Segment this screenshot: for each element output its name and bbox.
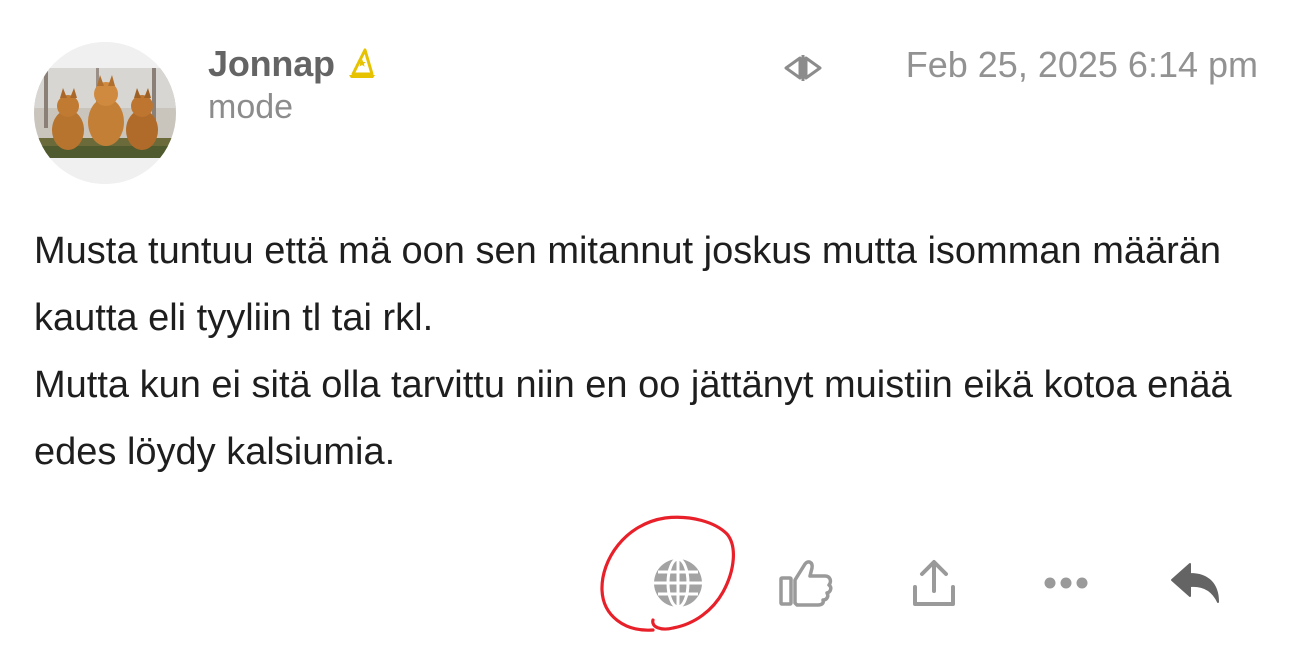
avatar[interactable] [34, 42, 176, 184]
translate-post-button[interactable] [643, 548, 713, 618]
like-button[interactable] [771, 548, 841, 618]
author-title: mode [208, 88, 294, 126]
reply-icon [1171, 563, 1219, 603]
reply-button[interactable] [1161, 548, 1231, 618]
wizard-hat-icon [345, 47, 379, 81]
post-date[interactable]: Feb 25, 2025 6:14 pm [906, 44, 1258, 86]
forum-post: Jonnap mode Feb 25, 2025 6:14 pm Musta t… [0, 0, 1290, 645]
thumbs-up-icon [779, 560, 833, 607]
more-options-button[interactable] [1031, 548, 1101, 618]
ellipsis-icon [1044, 577, 1088, 589]
globe-icon [654, 557, 702, 609]
avatar-image [34, 42, 176, 184]
author-row: Jonnap [208, 40, 379, 88]
post-body: Musta tuntuu että mä oon sen mitannut jo… [34, 218, 1254, 486]
share-icon [913, 560, 955, 606]
author-username[interactable]: Jonnap [208, 43, 335, 85]
share-button[interactable] [899, 548, 969, 618]
post-actions [0, 548, 1290, 618]
post-paragraph: Mutta kun ei sitä olla tarvittu niin en … [34, 364, 1232, 473]
translate-icon[interactable] [780, 52, 826, 84]
post-paragraph: Musta tuntuu että mä oon sen mitannut jo… [34, 230, 1222, 339]
